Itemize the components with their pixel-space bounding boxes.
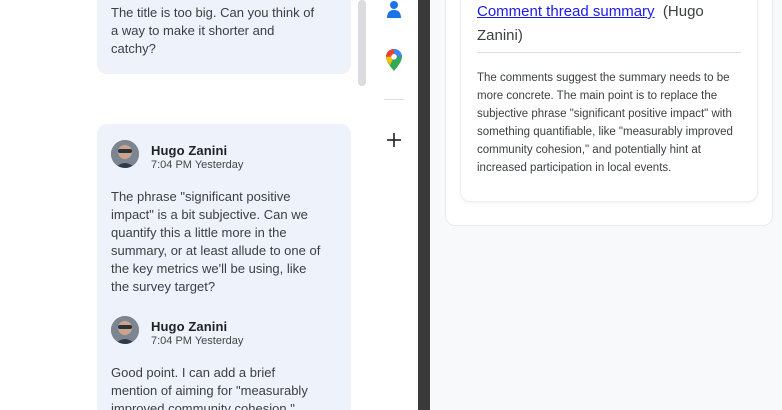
comment-author: Hugo Zanini	[151, 319, 228, 334]
comment-thread-summary-link[interactable]: Comment thread summary	[477, 3, 655, 20]
avatar[interactable]	[111, 140, 139, 168]
comment-author: Hugo Zanini	[151, 143, 228, 158]
avatar[interactable]	[111, 316, 139, 344]
summary-divider	[477, 52, 741, 53]
comments-pane: The title is too big. Can you think of a…	[0, 0, 370, 410]
comment-card[interactable]: The title is too big. Can you think of a…	[97, 0, 351, 74]
rail-divider	[384, 99, 404, 100]
comments-scrollbar[interactable]	[358, 0, 366, 86]
contacts-icon[interactable]	[382, 0, 406, 21]
add-icon[interactable]	[382, 128, 406, 152]
side-rail	[370, 0, 418, 410]
summary-pane: Comment thread summary (Hugo Zanini) The…	[430, 0, 782, 410]
maps-icon[interactable]	[382, 48, 406, 72]
comment-text: The phrase "significant positive impact"…	[111, 189, 321, 294]
summary-text: The comments suggest the summary needs t…	[477, 72, 733, 174]
comment-thread-card[interactable]: Hugo Zanini 7:04 PM Yesterday The phrase…	[97, 124, 351, 410]
comment-timestamp: 7:04 PM Yesterday	[151, 335, 244, 347]
pane-divider	[418, 0, 430, 410]
comment-text: The title is too big. Can you think of a…	[111, 5, 315, 56]
summary-header: Comment thread summary (Hugo Zanini)	[477, 0, 745, 48]
comment-text: Good point. I can add a brief mention of…	[111, 365, 308, 410]
comment-timestamp: 7:04 PM Yesterday	[151, 159, 244, 171]
